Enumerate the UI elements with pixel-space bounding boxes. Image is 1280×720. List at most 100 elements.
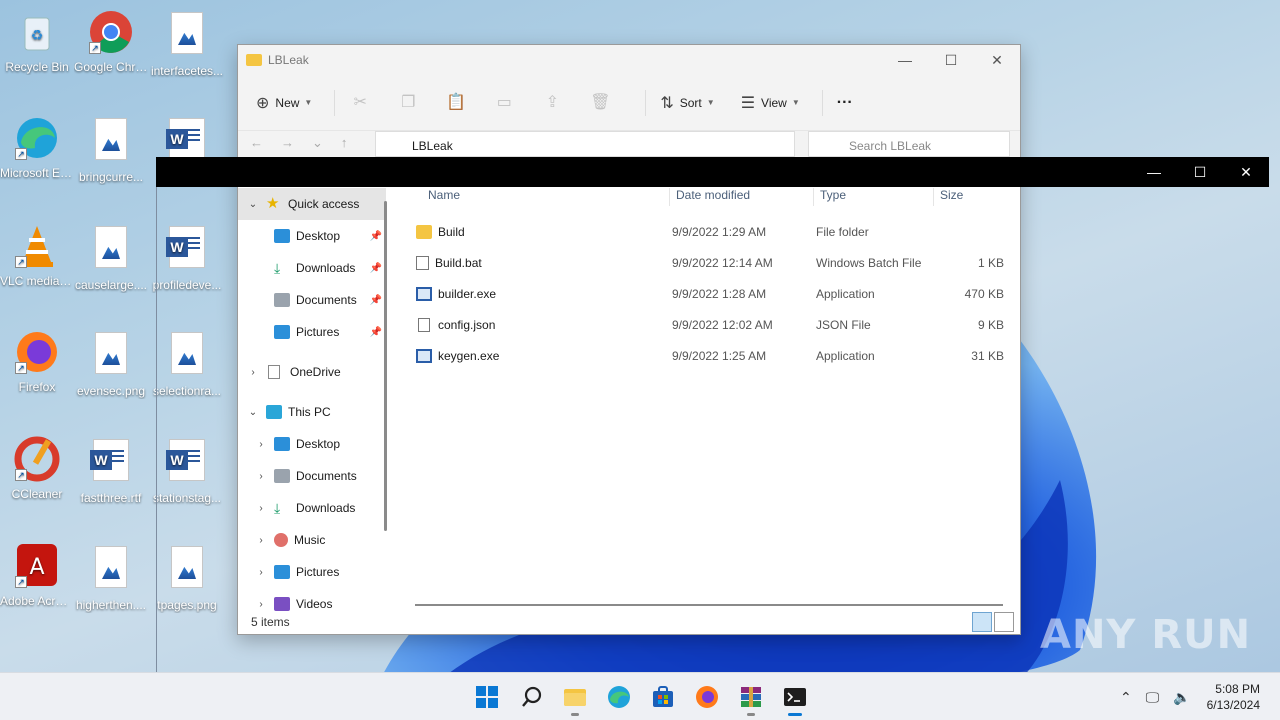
status-bar: 5 items (238, 610, 1020, 634)
nav-pc-pictures[interactable]: › Pictures (238, 556, 386, 588)
maximize-button[interactable]: ☐ (928, 52, 974, 69)
desktop-icon-label: Microsoft Edge (0, 166, 74, 180)
desktop-icon-bringcurre[interactable]: bringcurre... (74, 114, 148, 185)
address-bar[interactable]: LBLeak (375, 131, 795, 157)
nav-pc-downloads[interactable]: › ⤓ Downloads (238, 492, 386, 524)
desktop-icon-higherthen[interactable]: higherthen.... (74, 542, 148, 613)
desktop-icon-label: VLC media player (0, 274, 74, 288)
file-date: 9/9/2022 1:25 AM (672, 348, 767, 363)
horizontal-scrollbar[interactable] (415, 604, 1003, 606)
start-button[interactable] (475, 685, 499, 709)
file-row-build-bat[interactable]: Build.bat 9/9/2022 12:14 AM Windows Batc… (398, 247, 1018, 278)
file-icon (268, 365, 280, 379)
nav-documents[interactable]: Documents 📌 (238, 284, 386, 316)
close-button[interactable]: ✕ (1223, 164, 1269, 181)
desktop-icon-vlc[interactable]: ↗ VLC media player (0, 222, 74, 289)
taskbar-terminal[interactable] (783, 685, 807, 716)
nav-pc-desktop[interactable]: › Desktop (238, 428, 386, 460)
desktop-icon-adobe-acrobat[interactable]: A ↗ Adobe Acrobat (0, 542, 74, 609)
console-title-bar[interactable]: — ☐ ✕ (156, 157, 1269, 187)
desktop-icon-firefox[interactable]: ↗ Firefox (0, 328, 74, 395)
column-header-name[interactable]: Name (398, 188, 670, 206)
volume-icon[interactable]: 🔈 (1173, 689, 1190, 706)
taskbar-store[interactable] (651, 685, 675, 709)
desktop-icon-profiledeve[interactable]: W profiledeve... (150, 222, 224, 293)
details-view-button[interactable] (972, 612, 992, 632)
terminal-icon (784, 688, 806, 706)
more-options-button[interactable]: ··· (837, 94, 853, 112)
network-icon[interactable]: 🖵 (1146, 689, 1160, 706)
file-row-keygen-exe[interactable]: keygen.exe 9/9/2022 1:25 AM Application … (398, 340, 1018, 371)
desktop-icon-label: tpages.png (157, 598, 217, 612)
copy-icon[interactable]: ❐ (397, 92, 419, 114)
taskbar-edge[interactable] (607, 685, 631, 709)
file-type: Application (816, 286, 875, 301)
download-icon: ⤓ (274, 260, 281, 276)
store-icon (653, 686, 673, 707)
winrar-icon (741, 687, 761, 707)
nav-quick-access[interactable]: ⌄ ★ Quick access (238, 188, 386, 220)
chevron-up-icon[interactable]: ⌃ (1120, 689, 1132, 706)
file-row-build-folder[interactable]: Build 9/9/2022 1:29 AM File folder (398, 216, 1018, 247)
image-file-icon (163, 546, 211, 594)
title-bar[interactable]: LBLeak — ☐ ✕ (238, 45, 1020, 75)
pictures-icon (274, 565, 290, 579)
maximize-button[interactable]: ☐ (1177, 164, 1223, 181)
taskbar-firefox[interactable] (695, 685, 719, 709)
minimize-button[interactable]: — (882, 52, 928, 69)
desktop-icon-stationstag[interactable]: W stationstag... (150, 435, 224, 506)
column-header-size[interactable]: Size (934, 188, 1014, 206)
nav-this-pc[interactable]: ⌄ This PC (238, 396, 386, 428)
music-icon (274, 533, 288, 547)
clock[interactable]: 5:08 PM 6/13/2024 (1207, 681, 1260, 713)
desktop-icon-ccleaner[interactable]: ↗ CCleaner (0, 435, 74, 502)
file-name: builder.exe (438, 286, 497, 301)
desktop-icon-selectionra[interactable]: selectionra... (150, 328, 224, 399)
taskbar-file-explorer[interactable] (563, 685, 587, 716)
view-button[interactable]: ☰ View ▼ (741, 93, 800, 113)
minimize-button[interactable]: — (1131, 164, 1177, 180)
expand-chevron-icon: › (259, 534, 263, 546)
desktop-icon-tpages[interactable]: tpages.png (150, 542, 224, 613)
desktop-icon-recycle-bin[interactable]: ♻ Recycle Bin (0, 8, 74, 75)
rename-icon[interactable]: ▭ (493, 92, 515, 114)
nav-pc-documents[interactable]: › Documents (238, 460, 386, 492)
column-header-date[interactable]: Date modified (670, 188, 814, 206)
window-title: LBLeak (268, 53, 309, 67)
nav-downloads[interactable]: ⤓ Downloads 📌 (238, 252, 386, 284)
nav-scrollbar[interactable] (384, 201, 387, 531)
nav-label: Pictures (296, 325, 340, 339)
desktop-icon-evensec[interactable]: evensec.png (74, 328, 148, 399)
search-button[interactable] (520, 685, 544, 709)
delete-icon[interactable]: 🗑 (589, 92, 611, 114)
desktop-icon-fastthree[interactable]: W fastthree.rtf (74, 435, 148, 506)
sort-button[interactable]: ⇅ Sort ▼ (660, 93, 714, 113)
tiles-view-button[interactable] (994, 612, 1014, 632)
file-date: 9/9/2022 12:02 AM (672, 317, 773, 332)
cut-icon[interactable]: ✂ (349, 92, 371, 114)
taskbar-winrar[interactable] (739, 685, 763, 716)
file-explorer-window: LBLeak — ☐ ✕ ⊕ New ▼ ✂ ❐ 📋 ▭ ⇪ 🗑 ⇅ Sort … (237, 44, 1021, 635)
desktop-icon-microsoft-edge[interactable]: ↗ Microsoft Edge (0, 114, 74, 181)
recycle-bin-icon: ♻ (13, 8, 61, 56)
share-icon[interactable]: ⇪ (541, 92, 563, 114)
desktop-icon-interfacetes[interactable]: interfacetes... (150, 8, 224, 79)
column-header-type[interactable]: Type (814, 188, 934, 206)
folder-icon (416, 224, 432, 239)
nav-onedrive[interactable]: › OneDrive (238, 356, 386, 388)
desktop-icon-causelarge[interactable]: causelarge.... (74, 222, 148, 293)
file-row-config-json[interactable]: config.json 9/9/2022 12:02 AM JSON File … (398, 309, 1018, 340)
close-button[interactable]: ✕ (974, 52, 1020, 69)
nav-pc-music[interactable]: › Music (238, 524, 386, 556)
search-icon (522, 686, 542, 707)
videos-icon (274, 597, 290, 611)
nav-pc-videos[interactable]: › Videos (238, 588, 386, 612)
search-input[interactable]: Search LBLeak (808, 131, 1010, 157)
nav-desktop[interactable]: Desktop 📌 (238, 220, 386, 252)
item-count: 5 items (251, 615, 290, 629)
new-button[interactable]: ⊕ New ▼ (256, 93, 312, 113)
desktop-icon-google-chrome[interactable]: ↗ Google Chrome (74, 8, 148, 75)
paste-icon[interactable]: 📋 (445, 92, 467, 114)
file-row-builder-exe[interactable]: builder.exe 9/9/2022 1:28 AM Application… (398, 278, 1018, 309)
nav-pictures[interactable]: Pictures 📌 (238, 316, 386, 348)
